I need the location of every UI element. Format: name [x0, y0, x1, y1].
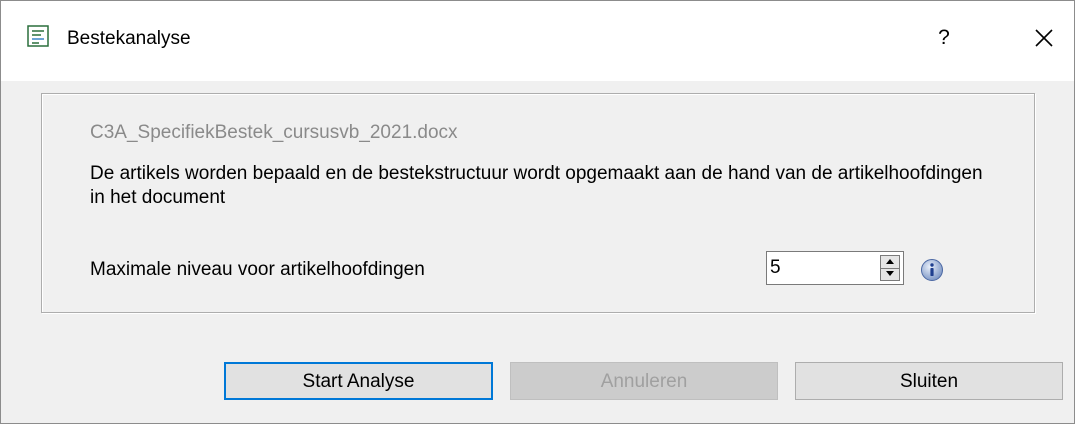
- start-analysis-button[interactable]: Start Analyse: [224, 362, 493, 400]
- spin-buttons: [880, 255, 900, 281]
- description-text: De artikels worden bepaald en de besteks…: [90, 163, 983, 208]
- dialog-window: Bestekanalyse ? C3A_SpecifiekBestek_curs…: [0, 0, 1075, 424]
- close-button[interactable]: [1027, 21, 1061, 55]
- analysis-group-box: C3A_SpecifiekBestek_cursusvb_2021.docx D…: [41, 93, 1035, 313]
- document-list-icon: [27, 25, 49, 47]
- spin-down-button[interactable]: [881, 268, 899, 280]
- help-button[interactable]: ?: [929, 23, 959, 53]
- window-title: Bestekanalyse: [67, 28, 191, 49]
- chevron-up-icon: [886, 259, 894, 264]
- chevron-down-icon: [886, 271, 894, 276]
- close-icon: [1035, 29, 1053, 47]
- close-dialog-button[interactable]: Sluiten: [795, 362, 1063, 400]
- info-icon[interactable]: [920, 258, 944, 282]
- file-name-label: C3A_SpecifiekBestek_cursusvb_2021.docx: [90, 122, 458, 143]
- title-bar: Bestekanalyse ?: [1, 1, 1074, 81]
- max-level-spinner[interactable]: [766, 251, 904, 285]
- cancel-button[interactable]: Annuleren: [510, 362, 778, 400]
- max-level-input[interactable]: [770, 256, 868, 280]
- max-level-label: Maximale niveau voor artikelhoofdingen: [90, 259, 425, 280]
